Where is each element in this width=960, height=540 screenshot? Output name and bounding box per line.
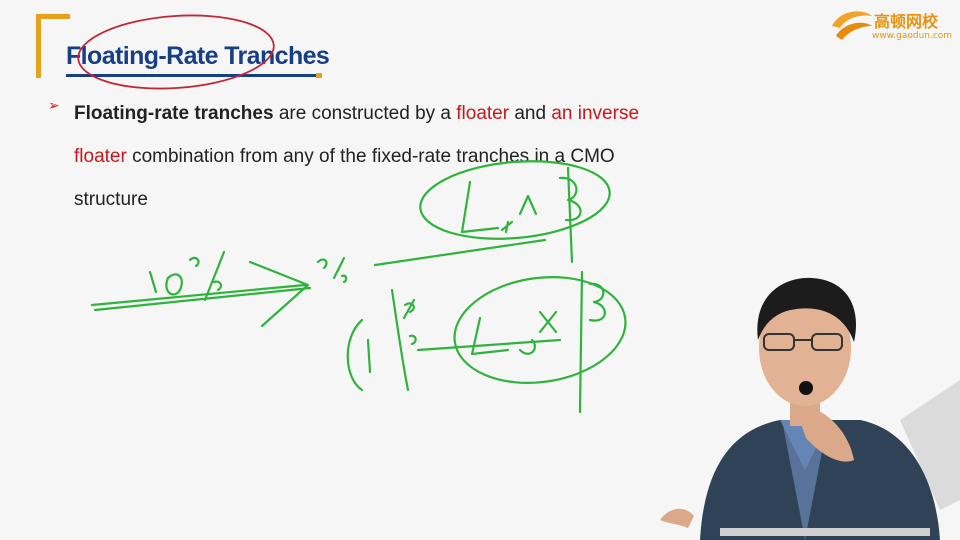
- green-ink-denominator: [346, 270, 606, 414]
- green-ink-fraction-bar: [373, 238, 547, 267]
- presenter-figure: [660, 277, 960, 540]
- green-ink-arrow: [90, 260, 312, 328]
- green-ink-numerator-circle: [419, 160, 611, 240]
- green-ink-denominator-circle: [453, 276, 627, 384]
- green-ink-numerator: [460, 166, 582, 264]
- green-ink-xpct: [316, 256, 348, 284]
- red-ink-circle: [77, 14, 275, 90]
